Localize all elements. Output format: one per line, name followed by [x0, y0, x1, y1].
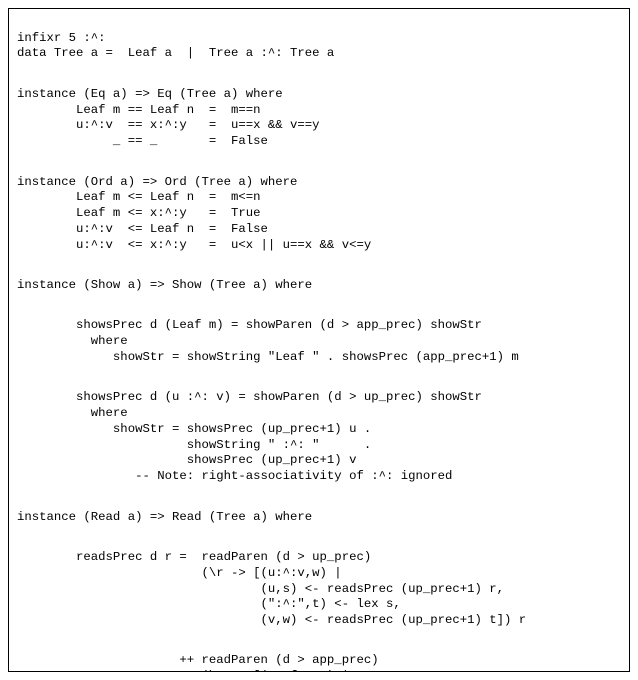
code-block-7: instance (Read a) => Read (Tree a) where	[17, 510, 621, 526]
code-block-9: ++ readParen (d > app_prec) (\r -> [(Lea…	[17, 653, 621, 672]
code-block-4: instance (Show a) => Show (Tree a) where	[17, 278, 621, 294]
code-block-3: instance (Ord a) => Ord (Tree a) where L…	[17, 175, 621, 254]
code-block-8: readsPrec d r = readParen (d > up_prec) …	[17, 550, 621, 629]
code-block-1: infixr 5 :^: data Tree a = Leaf a | Tree…	[17, 31, 621, 62]
code-listing: infixr 5 :^: data Tree a = Leaf a | Tree…	[8, 8, 630, 672]
code-block-5: showsPrec d (Leaf m) = showParen (d > ap…	[17, 318, 621, 365]
code-block-2: instance (Eq a) => Eq (Tree a) where Lea…	[17, 87, 621, 150]
code-block-6: showsPrec d (u :^: v) = showParen (d > u…	[17, 390, 621, 484]
